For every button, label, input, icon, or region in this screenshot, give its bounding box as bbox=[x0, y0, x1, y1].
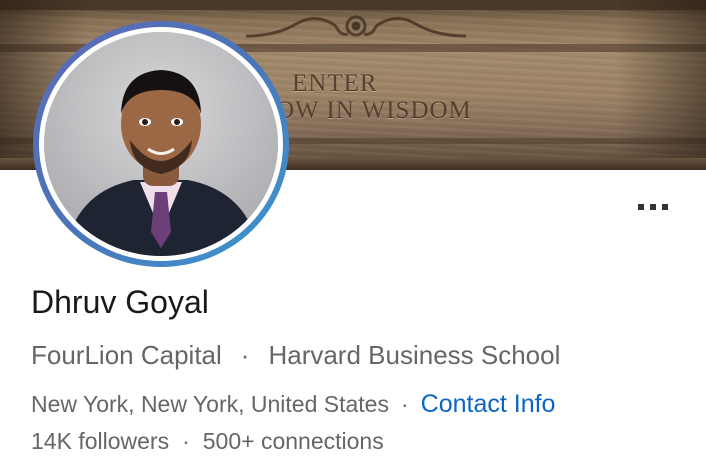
more-horizontal-icon bbox=[662, 204, 668, 210]
separator: · bbox=[182, 428, 190, 454]
school-link[interactable]: Harvard Business School bbox=[268, 340, 560, 371]
banner-engraving-line2: OW IN WISDOM bbox=[276, 97, 472, 124]
profile-location-row: New York, New York, United States · Cont… bbox=[31, 390, 555, 419]
more-horizontal-icon bbox=[638, 204, 644, 210]
avatar-border bbox=[39, 27, 283, 261]
location-text: New York, New York, United States bbox=[31, 391, 389, 417]
profile-stats-row: 14K followers · 500+ connections bbox=[31, 428, 384, 455]
company-link[interactable]: FourLion Capital bbox=[31, 340, 222, 371]
profile-name: Dhruv Goyal bbox=[31, 284, 209, 320]
avatar-photo bbox=[44, 32, 278, 256]
more-options-button[interactable] bbox=[630, 196, 676, 218]
connections-count[interactable]: 500+ connections bbox=[203, 428, 384, 455]
banner-ornament bbox=[245, 15, 467, 38]
avatar[interactable] bbox=[33, 21, 289, 267]
banner-engraving-line1: ENTER bbox=[292, 70, 378, 97]
more-horizontal-icon bbox=[650, 204, 656, 210]
person-silhouette-icon bbox=[44, 32, 278, 256]
separator: · bbox=[400, 391, 409, 417]
profile-headline: FourLion Capital · Harvard Business Scho… bbox=[31, 340, 560, 371]
followers-count[interactable]: 14K followers bbox=[31, 428, 169, 455]
separator: · bbox=[240, 340, 250, 370]
banner-shade bbox=[616, 0, 706, 170]
contact-info-link[interactable]: Contact Info bbox=[421, 390, 556, 419]
